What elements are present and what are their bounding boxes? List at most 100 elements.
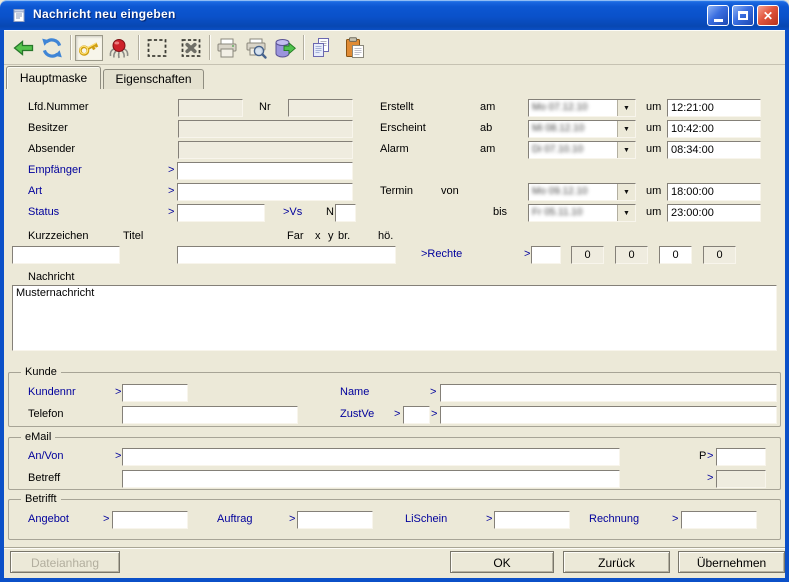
rechte-flag-3[interactable] [659,246,692,264]
status-lookup-arrow[interactable]: > [168,206,174,218]
uebernehmen-button[interactable]: Übernehmen [678,551,785,573]
lischein-lookup-arrow[interactable]: > [486,513,492,525]
name-label[interactable]: Name [340,386,369,398]
an-von-lookup-arrow[interactable]: > [115,450,121,462]
ok-button[interactable]: OK [450,551,554,573]
tab-hauptmaske[interactable]: Hauptmaske [6,66,101,89]
erstellt-date-value: Mo 07.12.10 [529,100,617,116]
p-lookup-arrow[interactable]: > [707,450,713,462]
back-button[interactable] [10,35,38,61]
close-button[interactable]: ✕ [757,5,779,26]
telefon-input[interactable] [122,406,298,424]
erscheint-date-combo[interactable]: Mi 08.12.10 ▼ [528,120,636,138]
rechte-flag-1 [571,246,604,264]
close-icon: ✕ [763,10,773,22]
selection-button[interactable] [143,35,171,61]
zustve2-input[interactable] [440,406,777,424]
lischein-label[interactable]: LiSchein [405,513,447,525]
rechnung-label[interactable]: Rechnung [589,513,639,525]
rechte-lookup-arrow[interactable]: > [524,248,530,260]
alarm-time-input[interactable] [667,141,761,159]
art-input[interactable] [177,183,353,201]
tab-eigenschaften[interactable]: Eigenschaften [103,69,204,89]
lischein-input[interactable] [494,511,570,529]
alarm-date-combo[interactable]: Di 07.10.10 ▼ [528,141,636,159]
empfaenger-lookup-arrow[interactable]: > [168,164,174,176]
termin-von-date-combo[interactable]: Mo 09.12.10 ▼ [528,183,636,201]
termin-bis-time-input[interactable] [667,204,761,222]
chevron-down-icon[interactable]: ▼ [617,100,635,116]
titel-input[interactable] [177,246,396,264]
print-preview-button[interactable] [242,35,270,61]
betreff2-lookup-arrow[interactable]: > [707,472,713,484]
auftrag-label[interactable]: Auftrag [217,513,252,525]
angebot-input[interactable] [112,511,188,529]
erscheint-date-value: Mi 08.12.10 [529,121,617,137]
chevron-down-icon[interactable]: ▼ [617,121,635,137]
empfaenger-label[interactable]: Empfänger [28,164,82,176]
db-export-icon [272,36,296,60]
termin-bis-date-combo[interactable]: Fr 05.11.10 ▼ [528,204,636,222]
nr-input [288,99,353,117]
an-von-input[interactable] [122,448,620,466]
termin-label: Termin [380,185,413,197]
status-label[interactable]: Status [28,206,59,218]
chevron-down-icon[interactable]: ▼ [617,205,635,221]
vs-input[interactable] [335,204,356,222]
nachricht-textarea[interactable]: Musternachricht [12,285,777,351]
zustve-input[interactable] [403,406,430,424]
minimize-button[interactable] [707,5,729,26]
erstellt-date-combo[interactable]: Mo 07.12.10 ▼ [528,99,636,117]
toolbar-separator [70,35,72,60]
erscheint-time-input[interactable] [667,120,761,138]
p-input[interactable] [716,448,766,466]
kunde-group-title: Kunde [21,366,61,378]
angebot-label[interactable]: Angebot [28,513,69,525]
zustve-label[interactable]: ZustVe [340,408,374,420]
nr-label: Nr [259,101,271,113]
email-group-title: eMail [21,431,55,443]
rechnung-lookup-arrow[interactable]: > [672,513,678,525]
erstellt-time-input[interactable] [667,99,761,117]
zustve-lookup-arrow[interactable]: > [394,408,400,420]
vs-label[interactable]: >Vs [283,206,302,218]
maximize-button[interactable] [732,5,754,26]
clear-selection-button[interactable] [177,35,205,61]
window-frame-right [785,30,789,582]
zustve2-lookup-arrow[interactable]: > [431,408,437,420]
dateianhang-button[interactable]: Dateianhang [10,551,120,573]
bug-button[interactable] [105,35,133,61]
kundennr-lookup-arrow[interactable]: > [115,386,121,398]
chevron-down-icon[interactable]: ▼ [617,184,635,200]
refresh-button[interactable] [38,35,66,61]
paste-button[interactable] [341,35,369,61]
art-lookup-arrow[interactable]: > [168,185,174,197]
betreff2-input [716,470,766,488]
betreff-label: Betreff [28,472,60,484]
print-button[interactable] [213,35,241,61]
kurzzeichen-input[interactable] [12,246,120,264]
art-label[interactable]: Art [28,185,42,197]
rechnung-input[interactable] [681,511,757,529]
name-lookup-arrow[interactable]: > [430,386,436,398]
name-input[interactable] [440,384,777,402]
db-export-button[interactable] [270,35,298,61]
key-button[interactable] [75,35,103,61]
chevron-down-icon[interactable]: ▼ [617,142,635,158]
auftrag-lookup-arrow[interactable]: > [289,513,295,525]
rechte-label[interactable]: >Rechte [421,248,462,260]
kundennr-input[interactable] [122,384,188,402]
an-von-label[interactable]: An/Von [28,450,63,462]
angebot-lookup-arrow[interactable]: > [103,513,109,525]
copy-button[interactable] [307,35,335,61]
rechte-input[interactable] [531,246,561,264]
status-input[interactable] [177,204,265,222]
auftrag-input[interactable] [297,511,373,529]
betreff-input[interactable] [122,470,620,488]
erscheint-label: Erscheint [380,122,426,134]
zurueck-button[interactable]: Zurück [563,551,670,573]
um-label: um [646,143,661,155]
empfaenger-input[interactable] [177,162,353,180]
termin-von-time-input[interactable] [667,183,761,201]
kundennr-label[interactable]: Kundennr [28,386,76,398]
